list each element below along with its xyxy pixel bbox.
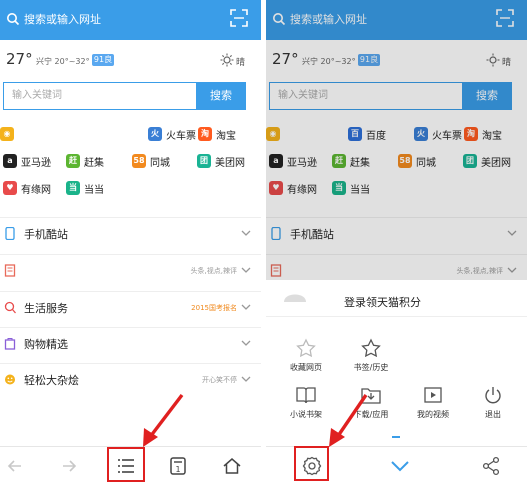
- search-button[interactable]: 搜索: [196, 82, 246, 110]
- quicklink-dangdang[interactable]: 当当当: [66, 179, 104, 197]
- phone-icon: [5, 227, 15, 240]
- menu-divider: [266, 316, 527, 317]
- download-folder-icon: [361, 388, 381, 404]
- weibo-icon: ◉: [0, 127, 14, 141]
- menu-item-label: 收藏网页: [290, 363, 322, 372]
- temperature: 27°: [6, 50, 33, 68]
- section-1[interactable]: 手机酷站: [0, 217, 261, 249]
- menu-item-label: 下载/应用: [353, 410, 389, 419]
- quicklink-58[interactable]: 58 同城: [132, 152, 170, 170]
- weather-location: 兴宁: [36, 57, 52, 66]
- ganji-icon: 赶: [66, 154, 80, 168]
- section-subtitle: 开心笑不停: [202, 376, 237, 384]
- meituan-icon: 团: [197, 154, 211, 168]
- smile-icon: [5, 374, 15, 385]
- quicklink-label: 火车票: [166, 130, 196, 142]
- settings-button-highlight: [294, 446, 329, 481]
- section-title: 生活服务: [24, 302, 68, 315]
- quicklink-train[interactable]: 火火车票: [148, 125, 196, 143]
- url-search-box[interactable]: 搜索或输入网址: [6, 7, 213, 31]
- section-subtitle: 2015国考报名: [191, 304, 237, 312]
- menu-item-my-videos[interactable]: 我的视频: [403, 385, 463, 420]
- quicklink-taobao[interactable]: 淘淘宝: [198, 125, 236, 143]
- dim-overlay[interactable]: [266, 0, 527, 280]
- back-arrow-icon[interactable]: [6, 457, 24, 475]
- menu-item-label: 退出: [485, 410, 501, 419]
- tabs-icon[interactable]: 1: [168, 455, 188, 477]
- section-4[interactable]: 购物精选: [0, 327, 261, 359]
- amazon-icon: a: [3, 154, 17, 168]
- menu-item-exit[interactable]: 退出: [463, 385, 523, 420]
- quicklink-label: 赶集: [84, 157, 104, 169]
- chevron-down-icon[interactable]: [241, 374, 251, 384]
- section-2[interactable]: 头条,视点,辣评: [0, 254, 261, 286]
- weather-location-range: 兴宁 20°~32°: [36, 56, 90, 67]
- section-3[interactable]: 生活服务 2015国考报名: [0, 291, 261, 323]
- quicklink-ganji[interactable]: 赶赶集: [66, 152, 104, 170]
- book-icon: [296, 387, 316, 404]
- weather-state: 晴: [236, 58, 246, 68]
- quicklink-label: 美团网: [215, 157, 245, 169]
- forward-arrow-icon[interactable]: [60, 457, 78, 475]
- chevron-down-icon[interactable]: [241, 302, 251, 312]
- svg-text:1: 1: [175, 465, 180, 474]
- quicklink-meituan[interactable]: 团美团网: [197, 152, 245, 170]
- sun-icon: [220, 53, 234, 67]
- quicklink-label: 淘宝: [216, 130, 236, 142]
- quicklink-label: 有缘网: [21, 184, 51, 196]
- chevron-down-icon[interactable]: [241, 338, 251, 348]
- menu-item-bookmark-page[interactable]: 收藏网页: [276, 338, 336, 373]
- weibo-icon-link[interactable]: ◉: [0, 125, 18, 143]
- quicklink-label: 同城: [150, 157, 170, 169]
- news-icon: [4, 264, 16, 277]
- home-icon[interactable]: [222, 456, 242, 476]
- scan-icon[interactable]: [230, 9, 248, 27]
- menu-item-label: 书签/历史: [353, 363, 389, 372]
- power-icon: [485, 387, 501, 404]
- keyword-input[interactable]: 输入关键词: [3, 82, 196, 110]
- section-subtitle: 头条,视点,辣评: [190, 267, 237, 275]
- star-add-icon: [296, 338, 316, 358]
- 58-icon: 58: [132, 154, 146, 168]
- chevron-down-icon[interactable]: [241, 265, 251, 275]
- video-icon: [424, 387, 442, 403]
- avatar[interactable]: [284, 286, 306, 302]
- screenshot-pair: 搜索或输入网址 27° 兴宁 20°~32° 91良 晴 输入关键词 搜索 ◉ …: [0, 0, 527, 484]
- menu-item-novel-shelf[interactable]: 小说书架: [276, 385, 336, 420]
- menu-item-downloads-apps[interactable]: 下载/应用: [341, 385, 401, 420]
- section-title: 购物精选: [24, 338, 68, 351]
- section-title: 手机酷站: [24, 228, 68, 241]
- youyuan-icon: ♥: [3, 181, 17, 195]
- air-quality-badge: 91良: [92, 54, 114, 66]
- menu-item-label: 我的视频: [417, 410, 449, 419]
- share-icon[interactable]: [482, 456, 500, 476]
- menu-open-screen: 搜索或输入网址 27° 兴宁 20°~32° 91良 晴 输入关键词 搜索 ◉ …: [266, 0, 527, 484]
- weather-range: 20°~32°: [54, 57, 90, 66]
- quicklink-youyuan[interactable]: ♥ 有缘网: [3, 179, 51, 197]
- menu-item-label: 小说书架: [290, 410, 322, 419]
- menu-button-highlight: [107, 447, 145, 482]
- quicklink-label: 亚马逊: [21, 157, 51, 169]
- taobao-icon: 淘: [198, 127, 212, 141]
- menu-item-bookmarks-history[interactable]: 书签/历史: [341, 338, 401, 373]
- home-screen: 搜索或输入网址 27° 兴宁 20°~32° 91良 晴 输入关键词 搜索 ◉ …: [0, 0, 261, 484]
- search-icon: [7, 13, 20, 26]
- top-bar: 搜索或输入网址: [0, 0, 261, 40]
- quicklink-amazon[interactable]: a 亚马逊: [3, 152, 51, 170]
- url-search-placeholder: 搜索或输入网址: [24, 13, 101, 26]
- star-clock-icon: [361, 338, 381, 358]
- quicklink-label: 当当: [84, 184, 104, 196]
- chevron-down-icon[interactable]: [241, 228, 251, 238]
- shopping-icon: [4, 338, 16, 350]
- life-search-icon: [4, 301, 16, 314]
- page-indicator: [392, 436, 400, 438]
- section-5[interactable]: 轻松大杂烩 开心笑不停: [0, 363, 261, 395]
- chevron-down-icon[interactable]: [390, 459, 410, 473]
- section-title: 轻松大杂烩: [24, 374, 79, 387]
- dangdang-icon: 当: [66, 181, 80, 195]
- login-text[interactable]: 登录领天猫积分: [344, 294, 421, 310]
- train-icon: 火: [148, 127, 162, 141]
